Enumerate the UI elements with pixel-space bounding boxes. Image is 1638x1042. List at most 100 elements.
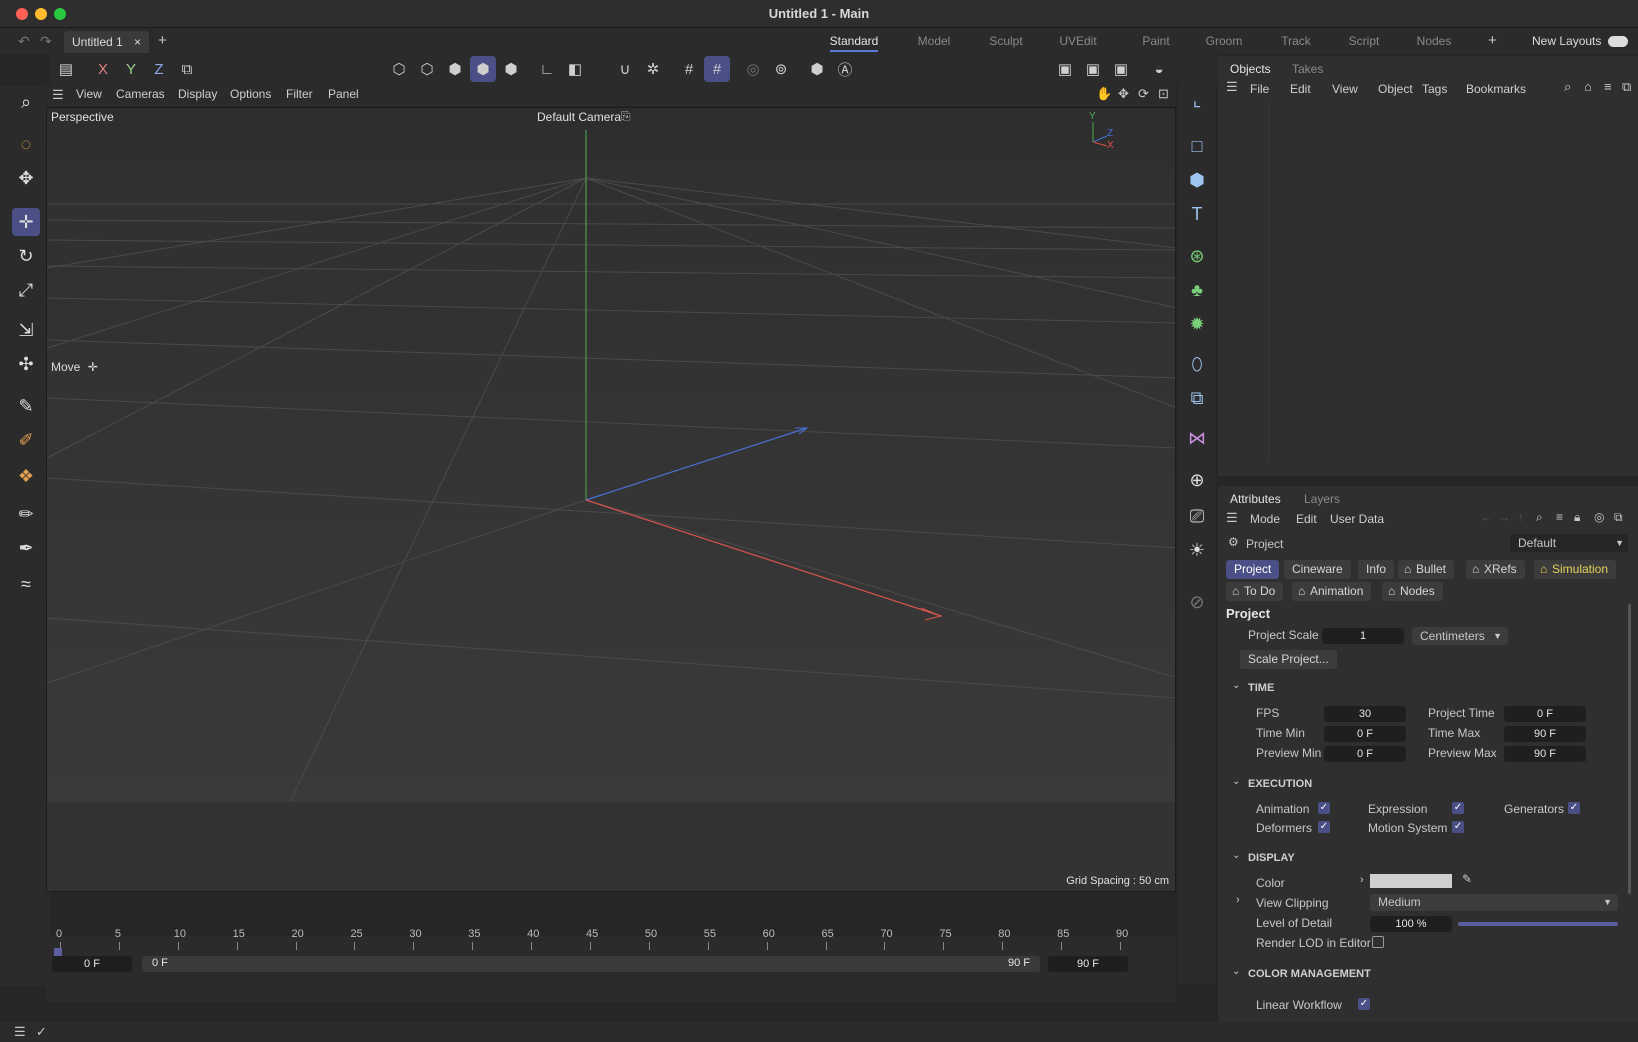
cube-primitive-icon[interactable]: ⬢	[1183, 166, 1211, 194]
chevron-down-icon[interactable]: ⌄	[1232, 680, 1240, 691]
new-document-icon[interactable]: +	[158, 32, 167, 49]
target-icon[interactable]: ◎	[1594, 510, 1604, 524]
unit-dropdown[interactable]: Centimeters ▼	[1412, 627, 1508, 645]
lock-icon[interactable]: 🔒︎	[1574, 510, 1580, 525]
chip-nodes[interactable]: ⌂ Nodes	[1382, 582, 1443, 601]
range-start-field[interactable]: 0 F	[52, 956, 132, 972]
objects-search-icon[interactable]: ⌕	[1564, 79, 1571, 95]
select-tool-icon[interactable]: ✥	[12, 164, 40, 192]
forward-icon[interactable]: →	[1498, 510, 1510, 524]
chevron-down-icon[interactable]: ⌄	[1232, 850, 1240, 861]
attributes-scrollbar[interactable]	[1628, 604, 1631, 894]
chevron-right-icon[interactable]: ›	[1236, 894, 1240, 906]
grid-snap-icon[interactable]: #	[676, 56, 702, 82]
layout-tab-sculpt[interactable]: Sculpt	[978, 28, 1034, 54]
viewport-menu-display[interactable]: Display	[178, 87, 217, 101]
status-menu-icon[interactable]: ☰	[14, 1024, 26, 1040]
view-clipping-dropdown[interactable]: Medium ▼	[1370, 894, 1618, 911]
expression-checkbox[interactable]: ✓	[1452, 802, 1464, 814]
edges-mode-icon[interactable]: ⬡	[414, 56, 440, 82]
pen-tool-icon[interactable]: ✒	[12, 534, 40, 562]
viewport-menu-view[interactable]: View	[76, 87, 102, 101]
coordinate-system-icon[interactable]: ⧉	[174, 56, 200, 82]
lod-field[interactable]: 100 %	[1370, 916, 1452, 932]
project-scale-field[interactable]: 1	[1322, 628, 1404, 644]
execution-section-header[interactable]: EXECUTION	[1248, 778, 1312, 790]
layout-tab-groom[interactable]: Groom	[1196, 28, 1252, 54]
objects-home-icon[interactable]: ⌂	[1584, 79, 1592, 94]
attr-filter-icon[interactable]: ≡	[1556, 510, 1563, 524]
range-slider[interactable]: 0 F 90 F	[142, 956, 1040, 972]
snap-settings-icon[interactable]: ✲	[640, 56, 666, 82]
layout-tab-nodes[interactable]: Nodes	[1406, 28, 1462, 54]
generators-checkbox[interactable]: ✓	[1568, 802, 1580, 814]
chip-todo[interactable]: ⌂ To Do	[1226, 582, 1284, 601]
z-axis-lock-button[interactable]: Z	[146, 56, 172, 82]
menu-user-data[interactable]: User Data	[1330, 512, 1384, 526]
tab-attributes[interactable]: Attributes	[1230, 492, 1281, 506]
toggle-view-layout-icon[interactable]: ⊡	[1158, 86, 1169, 102]
3d-viewport[interactable]: Perspective Default Camera ⎘ Y Z X Move …	[46, 107, 1176, 892]
render-picture-viewer-icon[interactable]: ▣	[1080, 56, 1106, 82]
chip-xrefs[interactable]: ⌂ XRefs	[1466, 560, 1525, 579]
time-max-field[interactable]: 90 F	[1504, 726, 1586, 742]
null-object-icon[interactable]: ⌞	[1183, 86, 1211, 114]
objects-menu-object[interactable]: Object	[1378, 82, 1413, 96]
deformer-icon[interactable]: ✹	[1183, 310, 1211, 338]
undo-icon[interactable]: ↶	[18, 33, 30, 50]
status-check-icon[interactable]: ✓	[36, 1024, 47, 1040]
camera-object-icon[interactable]: ⎚	[1183, 502, 1211, 530]
attributes-hamburger-icon[interactable]: ☰	[1226, 510, 1238, 526]
x-axis-lock-button[interactable]: X	[90, 56, 116, 82]
rotate-view-icon[interactable]: ⟳	[1138, 86, 1149, 102]
objects-menu-edit[interactable]: Edit	[1290, 82, 1311, 96]
linear-workflow-checkbox[interactable]: ✓	[1358, 998, 1370, 1010]
points-mode-icon[interactable]: ⬡	[386, 56, 412, 82]
layout-tab-track[interactable]: Track	[1268, 28, 1324, 54]
transfer-tool-icon[interactable]: ⇲	[12, 316, 40, 344]
objects-hamburger-icon[interactable]: ☰	[1226, 79, 1238, 95]
up-icon[interactable]: ↑	[1518, 510, 1524, 524]
axis-mode-icon[interactable]: ∟	[534, 56, 560, 82]
layout-tab-model[interactable]: Model	[906, 28, 962, 54]
tab-layers[interactable]: Layers	[1304, 492, 1340, 506]
menu-mode[interactable]: Mode	[1250, 512, 1280, 526]
range-end-field[interactable]: 90 F	[1048, 956, 1128, 972]
field-icon[interactable]: ⬯	[1183, 350, 1211, 378]
scale-tool-icon[interactable]: ⤢	[12, 276, 40, 304]
hair-icon[interactable]: ⋈	[1183, 424, 1211, 452]
tag-icon[interactable]: ⊘	[1183, 588, 1211, 616]
preview-min-field[interactable]: 0 F	[1324, 746, 1406, 762]
uv-mode-icon[interactable]: ⬢	[498, 56, 524, 82]
viewport-menu-options[interactable]: Options	[230, 87, 271, 101]
viewport-menu-panel[interactable]: Panel	[328, 87, 359, 101]
polygons-mode-icon[interactable]: ⬢	[442, 56, 468, 82]
tab-takes[interactable]: Takes	[1292, 62, 1323, 76]
camera-label[interactable]: Default Camera	[537, 110, 621, 124]
chip-animation[interactable]: ⌂ Animation	[1292, 582, 1372, 601]
viewport-menu-filter[interactable]: Filter	[286, 87, 313, 101]
volume-icon[interactable]: ⧉	[1183, 384, 1211, 412]
interactive-render-icon[interactable]: ◒	[1146, 56, 1172, 82]
scatter-tool-icon[interactable]: ✣	[12, 350, 40, 378]
sketch-pen-icon[interactable]: ✐	[12, 426, 40, 454]
magnet-snap-icon[interactable]: ∪	[612, 56, 638, 82]
camera-icon[interactable]: ⎘	[621, 109, 631, 124]
deformers-checkbox[interactable]: ✓	[1318, 821, 1330, 833]
viewport-menu-cameras[interactable]: Cameras	[116, 87, 165, 101]
render-lod-checkbox[interactable]	[1372, 936, 1384, 948]
symmetry-icon[interactable]: ⊚	[768, 56, 794, 82]
objects-menu-view[interactable]: View	[1332, 82, 1358, 96]
back-icon[interactable]: ←	[1480, 510, 1492, 524]
brush-tool-icon[interactable]: ✏	[12, 500, 40, 528]
animation-checkbox[interactable]: ✓	[1318, 802, 1330, 814]
rotate-tool-icon[interactable]: ↻	[12, 242, 40, 270]
texture-mode-icon[interactable]: ◧	[562, 56, 588, 82]
auto-icon[interactable]: Ⓐ	[832, 56, 858, 82]
objects-expand-icon[interactable]: ⧉	[1622, 79, 1631, 95]
document-tab[interactable]: Untitled 1 ×	[64, 31, 149, 53]
workplane-snap-icon[interactable]: #	[704, 56, 730, 82]
display-section-header[interactable]: DISPLAY	[1248, 852, 1295, 864]
time-min-field[interactable]: 0 F	[1324, 726, 1406, 742]
motion-system-checkbox[interactable]: ✓	[1452, 821, 1464, 833]
